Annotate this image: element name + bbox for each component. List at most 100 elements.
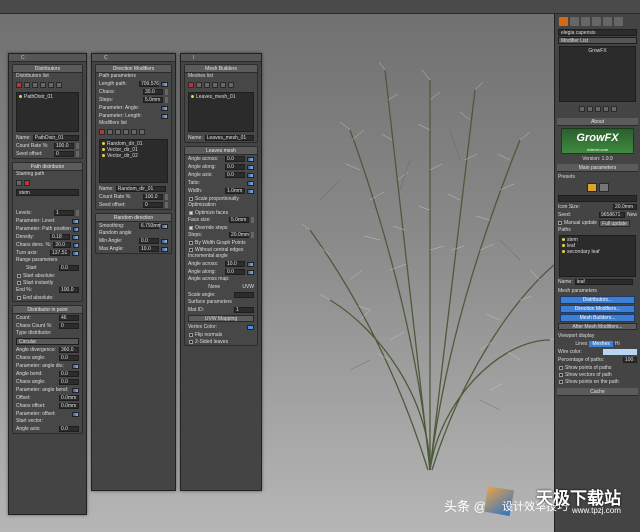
name-field[interactable]: Leaves_mesh_01: [204, 135, 254, 141]
display-tab-icon[interactable]: [603, 17, 612, 26]
about-rollout[interactable]: About: [557, 118, 638, 126]
density-field[interactable]: 0.18: [50, 234, 70, 240]
steps-field[interactable]: 20.0mm: [229, 232, 249, 238]
spinner[interactable]: [251, 217, 254, 223]
end-field[interactable]: 100.0: [59, 287, 79, 293]
flip-normals-checkbox[interactable]: Flip normals: [185, 331, 257, 338]
graph-icon[interactable]: [72, 242, 79, 248]
angle-bend-field[interactable]: 0.0: [59, 371, 79, 377]
lines-option[interactable]: Lines: [575, 341, 587, 347]
angle-axis-field[interactable]: 0.0: [59, 426, 79, 432]
graph-icon[interactable]: [161, 81, 168, 87]
open-folder-icon[interactable]: [586, 183, 597, 192]
count-field[interactable]: 46: [59, 315, 79, 321]
chaos-dens-field[interactable]: 20.0: [53, 242, 71, 248]
list-item[interactable]: secondary leaf: [561, 249, 634, 255]
smoothing-field[interactable]: 6.793mm: [139, 223, 162, 229]
graph-icon[interactable]: [247, 269, 254, 275]
hi-option[interactable]: Hi: [615, 341, 620, 347]
offset-field[interactable]: 0.0mm: [59, 395, 79, 401]
optimize-faces-checkbox[interactable]: Optimize faces: [185, 209, 257, 216]
link-icon[interactable]: [228, 82, 234, 88]
two-sided-checkbox[interactable]: 2-Sided leaves: [185, 338, 257, 345]
spinner[interactable]: [76, 210, 79, 216]
graph-icon[interactable]: [72, 363, 79, 369]
object-name-field[interactable]: elegia capensis: [558, 29, 637, 36]
list-item[interactable]: PathDistr_01: [18, 94, 77, 100]
panel-titlebar[interactable]: C: [92, 54, 175, 62]
modifier-list-dropdown[interactable]: Modifier List: [558, 37, 637, 44]
across-field[interactable]: 0.0: [225, 156, 245, 162]
start-instantly-checkbox[interactable]: Start instantly: [13, 279, 82, 286]
list-item[interactable]: Leaves_mesh_01: [190, 94, 252, 100]
levels-field[interactable]: 1: [54, 210, 74, 216]
graph-icon[interactable]: [72, 411, 79, 417]
show-vectors-checkbox[interactable]: Show vectors of path: [555, 371, 640, 378]
copy-icon[interactable]: [196, 82, 202, 88]
along2-field[interactable]: 0.0: [225, 269, 245, 275]
starting-path-field[interactable]: stem: [16, 189, 79, 196]
move-icon[interactable]: [220, 82, 226, 88]
uvw-mapping-button[interactable]: UVW Mapping: [188, 315, 254, 322]
chaos-angle2-field[interactable]: 0.0: [59, 379, 79, 385]
start-field[interactable]: 0.0: [59, 265, 79, 271]
paste-icon[interactable]: [32, 82, 38, 88]
preset-field[interactable]: [558, 195, 637, 202]
graph-icon[interactable]: [247, 261, 254, 267]
name-field[interactable]: Random_dir_01: [115, 186, 166, 192]
by-width-radio[interactable]: By Width Graph Points: [185, 239, 257, 246]
graph-icon[interactable]: [161, 105, 168, 111]
distributors-button[interactable]: Distributors...: [560, 296, 635, 304]
remove-icon[interactable]: [99, 129, 105, 135]
spinner[interactable]: [76, 151, 79, 157]
graph-icon[interactable]: [247, 180, 254, 186]
wire-color-swatch[interactable]: [603, 349, 637, 355]
configure-icon[interactable]: [610, 106, 617, 112]
cache-rollout[interactable]: Cache: [557, 388, 638, 396]
link-icon[interactable]: [56, 82, 62, 88]
paste-icon[interactable]: [204, 82, 210, 88]
without-central-checkbox[interactable]: Without central edges: [185, 246, 257, 253]
save-icon[interactable]: [598, 183, 609, 192]
chaos-field[interactable]: 30.0: [143, 89, 163, 95]
graph-icon[interactable]: [161, 238, 168, 244]
modifiers-list[interactable]: Random_dir_01 Vector_dir_01 Vector_dir_0…: [99, 139, 168, 183]
width-field[interactable]: 1.0mm: [225, 188, 245, 194]
min-angle-field[interactable]: 0.0: [139, 238, 159, 244]
motion-tab-icon[interactable]: [592, 17, 601, 26]
direction-modifiers-button[interactable]: Direction Modifiers...: [560, 305, 635, 313]
new-seed-button[interactable]: New: [627, 212, 637, 218]
seed-field[interactable]: 0: [143, 202, 163, 208]
type-dropdown[interactable]: Circular: [16, 338, 79, 345]
override-steps-checkbox[interactable]: Override steps: [185, 224, 257, 231]
meshes-list[interactable]: Leaves_mesh_01: [188, 92, 254, 132]
spinner[interactable]: [165, 97, 168, 103]
full-update-button[interactable]: Full update: [599, 219, 630, 227]
graph-icon[interactable]: [72, 218, 79, 224]
color-swatch[interactable]: [247, 324, 254, 330]
distributors-list[interactable]: PathDistr_01: [16, 92, 79, 132]
graph-icon[interactable]: [161, 223, 168, 229]
after-mesh-modifiers-button[interactable]: After Mesh Modifiers...: [558, 323, 637, 330]
remove-icon[interactable]: [16, 82, 22, 88]
name-field[interactable]: PathDistr_01: [32, 135, 79, 141]
remove-icon[interactable]: [188, 82, 194, 88]
seed-field[interactable]: 0: [54, 151, 74, 157]
turn-axis-field[interactable]: 137.51: [50, 250, 70, 256]
main-params-rollout[interactable]: Main parameters: [557, 164, 638, 172]
along-field[interactable]: 0.0: [225, 164, 245, 170]
paths-list[interactable]: stem leaf secondary leaf: [559, 235, 636, 277]
mat-id-field[interactable]: 1: [234, 307, 254, 313]
length-field[interactable]: 709.576: [139, 81, 159, 87]
move-icon[interactable]: [131, 129, 137, 135]
panel-titlebar[interactable]: C: [9, 54, 86, 62]
meshes-option[interactable]: Meshes: [589, 341, 613, 347]
none-label[interactable]: None: [188, 284, 240, 290]
camera-icon[interactable]: [212, 82, 218, 88]
graph-icon[interactable]: [72, 387, 79, 393]
remove-icon[interactable]: [24, 180, 30, 186]
graph-icon[interactable]: [72, 250, 79, 256]
create-tab-icon[interactable]: [559, 17, 568, 26]
face-size-field[interactable]: 5.0mm: [229, 217, 249, 223]
camera-icon[interactable]: [123, 129, 129, 135]
